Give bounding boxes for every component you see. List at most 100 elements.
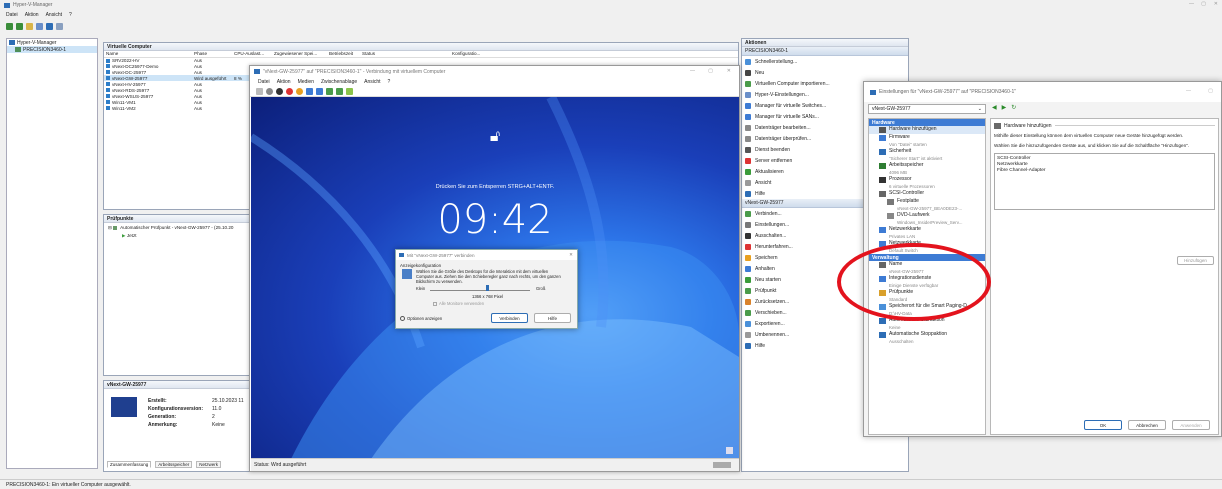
vmconnect-title: "vNext-GW-25977" auf "PRECISION3460-1" -…: [263, 68, 446, 75]
vm-phase: Aus: [194, 105, 202, 111]
minimize-button[interactable]: —: [690, 68, 695, 74]
menu-clipboard[interactable]: Zwischenablage: [321, 79, 357, 85]
menu-action[interactable]: Aktion: [277, 79, 291, 85]
all-monitors-checkbox[interactable]: Alle Monitore verwenden: [433, 301, 484, 306]
hardware-item[interactable]: Automatische Stoppaktion: [869, 331, 985, 339]
show-options-toggle[interactable]: Optionen anzeigen: [400, 316, 442, 321]
chevron-down-icon: ⌄: [977, 106, 982, 112]
action-icon: [745, 254, 751, 261]
tab-network[interactable]: Netzwerk: [196, 461, 222, 468]
hardware-item[interactable]: Firmware: [869, 134, 985, 142]
cancel-button[interactable]: Abbrechen: [1128, 420, 1166, 430]
slider-thumb[interactable]: [486, 285, 490, 291]
maximize-button[interactable]: ▢: [1208, 88, 1213, 94]
apply-button[interactable]: Anwenden: [1172, 420, 1210, 430]
hardware-icon: [887, 199, 894, 205]
pause-icon[interactable]: [306, 87, 313, 95]
folder-icon[interactable]: [26, 23, 33, 30]
menu-view[interactable]: Ansicht: [46, 12, 62, 18]
menu-media[interactable]: Medien: [298, 79, 314, 85]
maximize-button[interactable]: ▢: [1201, 1, 1206, 7]
checkpoint-icon[interactable]: [326, 87, 333, 95]
monitor-icon: [402, 269, 412, 279]
help-icon[interactable]: [46, 23, 53, 30]
hardware-item[interactable]: SCSI-Controller: [869, 190, 985, 198]
ok-button[interactable]: OK: [1084, 420, 1122, 430]
action-icon: [745, 232, 751, 239]
enhanced-session-icon[interactable]: [346, 87, 353, 95]
hardware-item[interactable]: Sicherheit: [869, 148, 985, 156]
resolution-slider[interactable]: [430, 285, 530, 291]
ctrl-alt-del-icon[interactable]: [256, 87, 263, 95]
hardware-item[interactable]: Festplatte: [869, 198, 985, 206]
action-icon: [745, 146, 751, 153]
help-button[interactable]: Hilfe: [534, 313, 571, 323]
vm-icon: [106, 70, 110, 75]
menu-file[interactable]: Datei: [258, 79, 270, 85]
console-icon[interactable]: [36, 23, 43, 30]
vmconnect-toolbar: [250, 86, 739, 97]
status-bar: PRECISION3460-1: Ein virtueller Computer…: [0, 479, 1222, 489]
action-item[interactable]: Schnellerstellung...: [742, 56, 908, 67]
menu-help[interactable]: ?: [69, 12, 72, 18]
back-icon[interactable]: [6, 23, 13, 30]
settings-titlebar: Einstellungen für "vNext-GW-25977" auf "…: [864, 82, 1221, 102]
action-icon: [745, 298, 751, 305]
vm-selector[interactable]: vNext-GW-25977 ⌄: [868, 104, 986, 114]
lock-icon: 🔓︎: [489, 128, 501, 145]
hardware-item[interactable]: Prozessor: [869, 176, 985, 184]
ease-of-access-icon[interactable]: [726, 447, 733, 454]
action-icon: [745, 342, 751, 349]
forward-icon[interactable]: [16, 23, 23, 30]
action-icon: [745, 221, 751, 228]
hardware-item[interactable]: Netzwerkkarte: [869, 226, 985, 234]
action-icon: [745, 80, 751, 87]
start-icon[interactable]: [266, 87, 273, 95]
vmconnect-status: Status: Wird ausgeführt: [251, 458, 739, 471]
next-icon[interactable]: ▶: [1002, 104, 1007, 111]
previous-icon[interactable]: ◀: [992, 104, 997, 111]
turn-off-icon[interactable]: [276, 87, 283, 95]
hardware-icon: [879, 127, 886, 133]
device-listbox[interactable]: SCSI-Controller Netzwerkkarte Fibre Chan…: [994, 153, 1215, 210]
revert-icon[interactable]: [336, 87, 343, 95]
action-icon: [745, 190, 751, 197]
panel-icon[interactable]: [56, 23, 63, 30]
action-icon: [745, 113, 751, 120]
unlock-hint: Drücken Sie zum Entsperren STRG+ALT+ENTF…: [435, 184, 555, 190]
menu-action[interactable]: Aktion: [25, 12, 39, 18]
vm-icon: [106, 76, 110, 81]
tab-summary[interactable]: Zusammenfassung: [107, 461, 152, 468]
hardware-item[interactable]: Hardware hinzufügen: [869, 126, 985, 134]
vm-icon: [106, 82, 110, 87]
action-item[interactable]: Neu: [742, 67, 908, 78]
close-button[interactable]: ✕: [727, 68, 731, 74]
connect-button[interactable]: Verbinden: [491, 313, 528, 323]
hardware-icon: [879, 227, 886, 233]
hardware-section[interactable]: Hardware: [869, 119, 985, 126]
resolution-value: 1366 x 768 Pixel: [472, 294, 503, 299]
menu-help[interactable]: ?: [388, 79, 391, 85]
close-button[interactable]: ✕: [1214, 1, 1218, 7]
expand-icon[interactable]: ⊟: [108, 225, 112, 230]
tree-host[interactable]: PRECISION3460-1: [7, 46, 97, 53]
shutdown-icon[interactable]: [286, 87, 293, 95]
menu-file[interactable]: Datei: [6, 12, 18, 18]
minimize-button[interactable]: —: [1186, 88, 1191, 94]
settings-detail-pane: Hardware hinzufügen Mithilfe dieser Eins…: [990, 118, 1219, 435]
tree-root[interactable]: Hyper-V-Manager: [7, 39, 97, 46]
device-fibre[interactable]: Fibre Channel-Adapter: [997, 168, 1212, 174]
host-actions-header[interactable]: PRECISION3460-1: [742, 47, 908, 56]
hardware-icon: [879, 177, 886, 183]
reset-icon[interactable]: [316, 87, 323, 95]
add-button[interactable]: Hinzufügen: [1177, 256, 1214, 265]
save-icon[interactable]: [296, 87, 303, 95]
hardware-item[interactable]: Arbeitsspeicher: [869, 162, 985, 170]
close-button[interactable]: ✕: [569, 252, 573, 258]
hardware-item[interactable]: DVD-Laufwerk: [869, 212, 985, 220]
refresh-icon[interactable]: ↻: [1011, 104, 1016, 111]
minimize-button[interactable]: —: [1189, 1, 1194, 7]
menu-view[interactable]: Ansicht: [364, 79, 380, 85]
tab-memory[interactable]: Arbeitsspeicher: [155, 461, 193, 468]
maximize-button[interactable]: ▢: [708, 68, 713, 74]
